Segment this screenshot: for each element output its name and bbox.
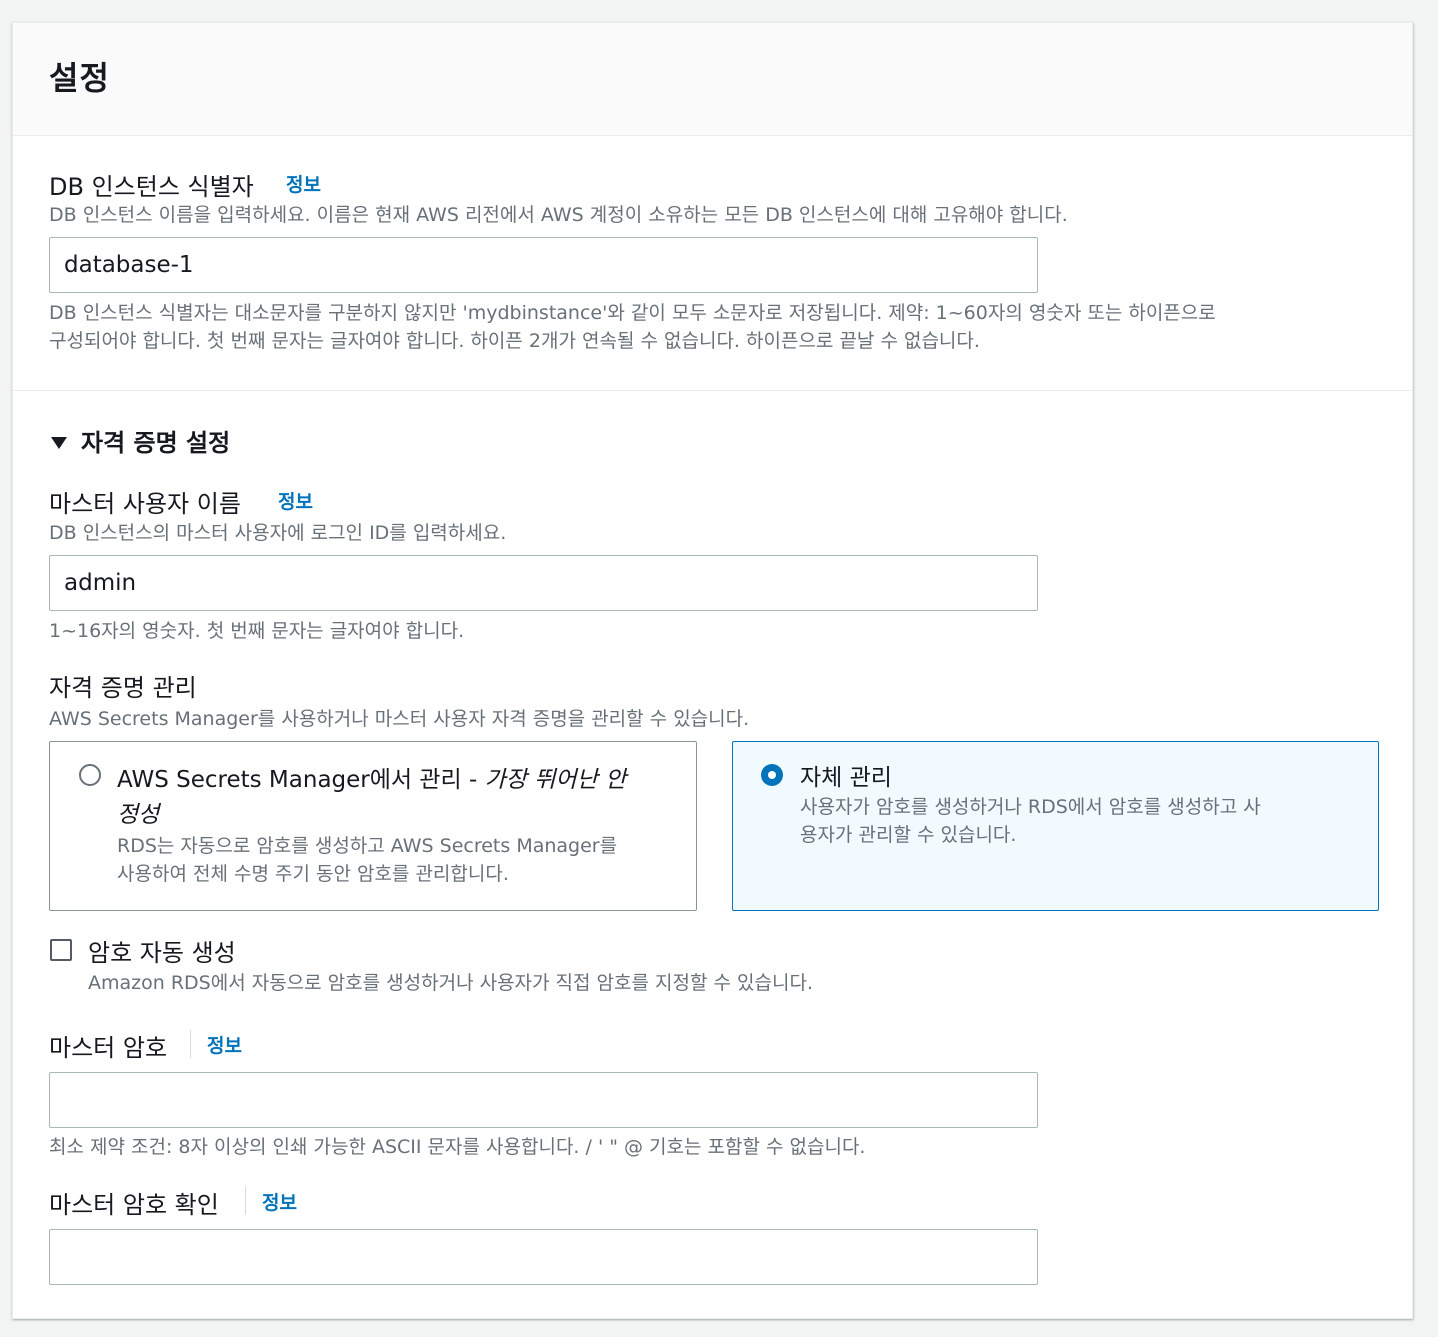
identifier-input[interactable]: database-1	[49, 237, 1038, 293]
self-managed-option-tile[interactable]: 자체 관리 사용자가 암호를 생성하거나 RDS에서 암호를 생성하고 사 용자…	[732, 741, 1379, 911]
secrets-manager-option-title: AWS Secrets Manager에서 관리 - 가장 뛰어난 안	[117, 760, 626, 794]
identifier-constraint-line2: 구성되어야 합니다. 첫 번째 문자는 글자여야 합니다. 하이픈 2개가 연속…	[49, 330, 980, 352]
master-username-label: 마스터 사용자 이름	[49, 490, 241, 518]
identifier-constraint-line1: DB 인스턴스 식별자는 대소문자를 구분하지 않지만 'mydbinstanc…	[49, 302, 1216, 324]
secrets-manager-radio[interactable]	[79, 764, 101, 786]
self-managed-option-desc-line2: 용자가 관리할 수 있습니다.	[800, 824, 1017, 846]
master-password-label: 마스터 암호	[49, 1034, 168, 1062]
label-separator	[245, 1187, 246, 1215]
identifier-info-link[interactable]: 정보	[286, 170, 321, 197]
settings-panel: 설정 DB 인스턴스 식별자 정보 DB 인스턴스 이름을 입력하세요. 이름은…	[12, 22, 1413, 1319]
master-password-input[interactable]	[49, 1072, 1038, 1128]
panel-header: 설정	[13, 23, 1412, 136]
master-password-info-link[interactable]: 정보	[207, 1031, 242, 1058]
auto-generate-password-label[interactable]: 암호 자동 생성	[88, 933, 236, 968]
master-password-constraint: 최소 제약 조건: 8자 이상의 인쇄 가능한 ASCII 문자를 사용합니다.…	[49, 1136, 866, 1158]
credential-management-label: 자격 증명 관리	[49, 674, 197, 702]
secrets-manager-option-title-main: AWS Secrets Manager에서 관리 -	[117, 767, 485, 793]
master-username-input[interactable]: admin	[49, 555, 1038, 611]
master-username-description: DB 인스턴스의 마스터 사용자에 로그인 ID를 입력하세요.	[49, 522, 507, 544]
master-username-constraint: 1~16자의 영숫자. 첫 번째 문자는 글자여야 합니다.	[49, 620, 465, 642]
auto-generate-password-description: Amazon RDS에서 자동으로 암호를 생성하거나 사용자가 직접 암호를 …	[88, 972, 813, 994]
secrets-manager-option-emphasis-line2: 정성	[117, 802, 160, 828]
master-username-info-link[interactable]: 정보	[278, 487, 313, 514]
credential-management-description: AWS Secrets Manager를 사용하거나 마스터 사용자 자격 증명…	[49, 708, 750, 730]
confirm-password-label: 마스터 암호 확인	[49, 1191, 219, 1219]
confirm-password-input[interactable]	[49, 1229, 1038, 1285]
label-separator	[190, 1030, 191, 1058]
secrets-manager-option-tile[interactable]: AWS Secrets Manager에서 관리 - 가장 뛰어난 안 정성 R…	[49, 741, 697, 911]
section-divider	[13, 390, 1412, 391]
secrets-manager-option-desc-line2: 사용하여 전체 수명 주기 동안 암호를 관리합니다.	[117, 863, 509, 885]
self-managed-option-desc-line1: 사용자가 암호를 생성하거나 RDS에서 암호를 생성하고 사	[800, 796, 1261, 818]
identifier-label: DB 인스턴스 식별자	[49, 173, 254, 201]
caret-down-icon	[51, 437, 67, 449]
self-managed-option-title: 자체 관리	[800, 765, 892, 791]
auto-generate-password-checkbox[interactable]	[50, 939, 72, 961]
secrets-manager-option-emphasis: 가장 뛰어난 안	[484, 767, 627, 793]
confirm-password-info-link[interactable]: 정보	[262, 1188, 297, 1215]
identifier-description: DB 인스턴스 이름을 입력하세요. 이름은 현재 AWS 리전에서 AWS 계…	[49, 204, 1068, 226]
credentials-section-title: 자격 증명 설정	[81, 429, 231, 457]
secrets-manager-option-desc-line1: RDS는 자동으로 암호를 생성하고 AWS Secrets Manager를	[117, 835, 618, 857]
self-managed-radio-selected[interactable]	[761, 764, 783, 786]
panel-title: 설정	[49, 59, 110, 97]
radio-dot	[768, 771, 776, 779]
